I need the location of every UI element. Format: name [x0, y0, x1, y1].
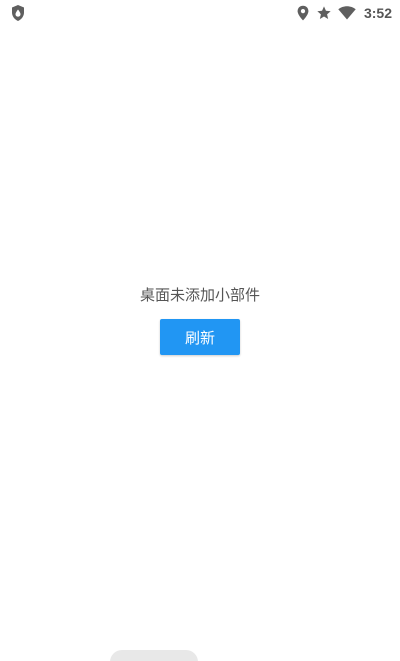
- location-icon: [296, 5, 310, 21]
- screen: 3:52 桌面未添加小部件 刷新: [0, 0, 400, 661]
- wifi-icon: [338, 6, 356, 20]
- status-time: 3:52: [363, 5, 392, 21]
- home-indicator[interactable]: [110, 650, 198, 661]
- empty-state: 桌面未添加小部件 刷新: [0, 284, 400, 355]
- empty-message: 桌面未添加小部件: [139, 286, 260, 304]
- star-icon: [316, 5, 332, 21]
- status-bar: 3:52: [0, 0, 400, 26]
- refresh-button[interactable]: 刷新: [160, 319, 240, 355]
- status-right-group: 3:52: [296, 3, 392, 23]
- shield-drop-icon: [10, 4, 26, 22]
